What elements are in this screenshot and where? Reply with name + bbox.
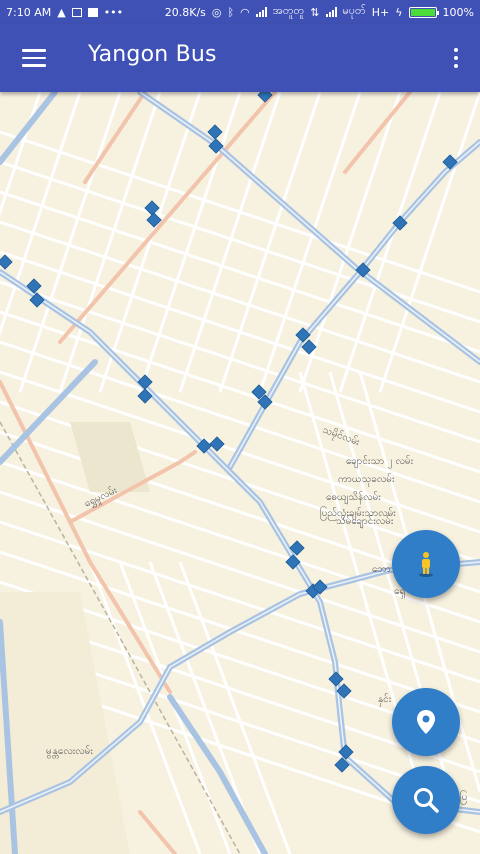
network-type: H+ xyxy=(371,5,390,19)
street-label: မွန္တလေးလမ်း xyxy=(46,744,93,759)
battery-percent: 100% xyxy=(442,5,474,19)
status-bar: 7:10 AM ▲ ••• 20.8K/s ◎ ᛒ ◠ အတူတူ ⇅ မပုတ… xyxy=(0,0,480,24)
more-vert-icon[interactable] xyxy=(452,48,460,70)
street-view-button[interactable] xyxy=(392,530,460,598)
street-label: သိမ်ချောင်းလမ်း xyxy=(336,514,394,529)
my-location-button[interactable] xyxy=(392,688,460,756)
app-notification-icon xyxy=(71,7,82,17)
signal-icon xyxy=(325,7,337,17)
carrier-label: မပုတ် xyxy=(342,4,366,17)
more-notifications-icon: ••• xyxy=(103,5,124,19)
bluetooth-icon: ᛒ xyxy=(227,5,235,19)
street-label: ဘော xyxy=(372,564,391,575)
wifi-icon: ◠ xyxy=(240,5,250,19)
notification-icon: ▲ xyxy=(57,5,66,19)
battery-fill xyxy=(410,8,435,16)
location-pin-icon xyxy=(417,710,435,734)
battery-icon xyxy=(408,6,439,18)
status-time: 7:10 AM xyxy=(6,5,52,19)
search-button[interactable] xyxy=(392,766,460,834)
carrier-label: အတူတူ xyxy=(272,4,305,17)
charging-icon: ϟ xyxy=(395,5,403,19)
pegman-icon xyxy=(419,552,433,577)
street-label: ဓေယျသိန်လမ်း xyxy=(326,490,381,505)
street-label: ကာယသုခလမ်း xyxy=(338,472,395,487)
street-label: နှင်း xyxy=(378,692,392,707)
signal-icon xyxy=(255,7,267,17)
data-transfer-icon: ⇅ xyxy=(310,5,320,19)
app-title: Yangon Bus xyxy=(88,42,217,67)
search-icon xyxy=(414,788,439,813)
app-notification-icon xyxy=(87,7,98,17)
street-label: ပြ xyxy=(460,789,467,805)
hamburger-menu-icon[interactable] xyxy=(22,49,46,67)
net-speed: 20.8K/s xyxy=(164,5,206,19)
hotspot-icon: ◎ xyxy=(211,5,222,19)
app-bar: Yangon Bus xyxy=(0,24,480,92)
street-label: ချောင်းသာ ၂ လမ်း xyxy=(346,454,414,469)
